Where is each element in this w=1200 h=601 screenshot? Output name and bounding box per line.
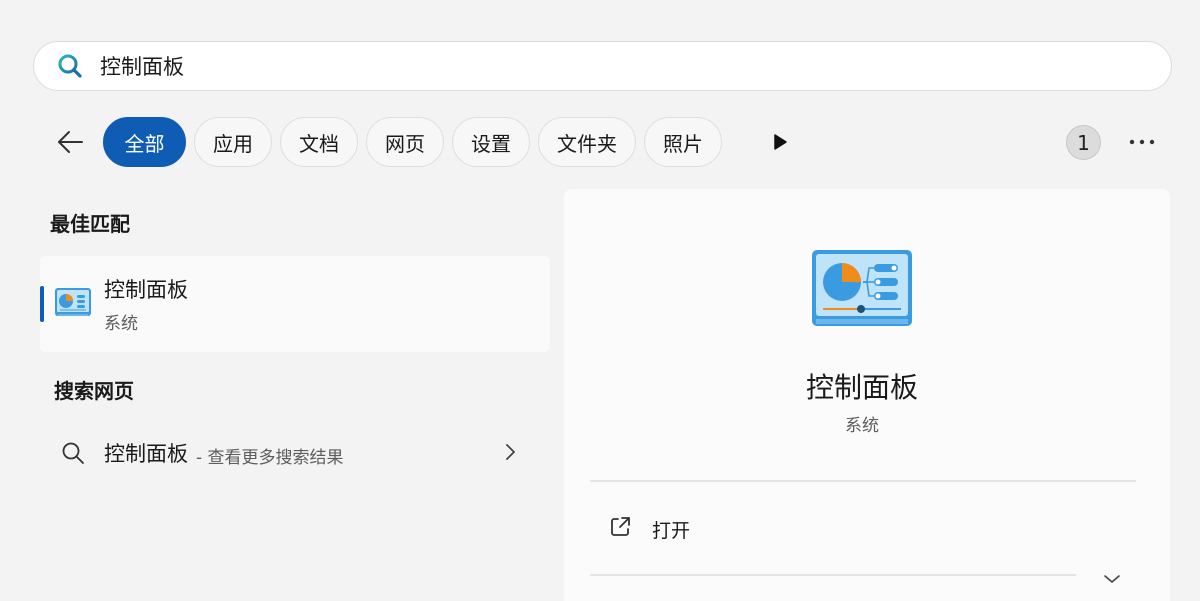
ellipsis-icon (1129, 139, 1155, 145)
web-search-query: 控制面板 (104, 442, 188, 466)
search-input[interactable] (100, 46, 1000, 86)
play-icon (774, 134, 787, 150)
best-match-name: 控制面板 (104, 278, 188, 302)
detail-subtitle: 系统 (845, 416, 879, 436)
chevron-right-icon (504, 443, 516, 465)
more-options-button[interactable] (1124, 126, 1160, 158)
filter-chip-web[interactable]: 网页 (366, 117, 444, 167)
control-panel-large-icon (811, 249, 913, 333)
open-action[interactable]: 打开 (590, 503, 1136, 553)
best-match-heading: 最佳匹配 (50, 212, 130, 236)
web-search-suffix: - 查看更多搜索结果 (196, 448, 344, 468)
control-panel-icon (54, 287, 92, 323)
selection-indicator (40, 286, 44, 322)
detail-divider-top (590, 480, 1136, 482)
filter-chip-apps[interactable]: 应用 (194, 117, 272, 167)
best-match-result[interactable]: 控制面板 系统 (40, 256, 550, 352)
filter-chip-folders[interactable]: 文件夹 (538, 117, 636, 167)
search-box[interactable] (33, 41, 1172, 91)
best-match-category: 系统 (104, 314, 138, 334)
arrow-left-icon (58, 131, 83, 153)
open-action-label: 打开 (652, 520, 691, 542)
web-search-heading: 搜索网页 (54, 379, 134, 403)
chevron-down-icon (1104, 575, 1120, 583)
open-external-icon (608, 515, 632, 543)
more-filters-button[interactable] (766, 128, 794, 156)
web-search-result[interactable]: 控制面板 - 查看更多搜索结果 (40, 428, 550, 478)
filter-chips: 全部 应用 文档 网页 设置 文件夹 照片 (103, 117, 722, 167)
filter-chip-photos[interactable]: 照片 (644, 117, 722, 167)
back-button[interactable] (50, 122, 90, 162)
filter-row: 全部 应用 文档 网页 设置 文件夹 照片 1 (0, 116, 1200, 168)
filter-chip-settings[interactable]: 设置 (452, 117, 530, 167)
search-icon (61, 441, 85, 469)
filter-chip-all[interactable]: 全部 (103, 117, 186, 167)
result-count-badge: 1 (1066, 125, 1101, 160)
detail-panel: 控制面板 系统 打开 (564, 189, 1170, 601)
detail-divider-bottom (590, 574, 1076, 576)
expand-button[interactable] (1098, 567, 1126, 591)
detail-title: 控制面板 (805, 371, 918, 404)
filter-chip-documents[interactable]: 文档 (280, 117, 358, 167)
search-icon (56, 52, 84, 80)
